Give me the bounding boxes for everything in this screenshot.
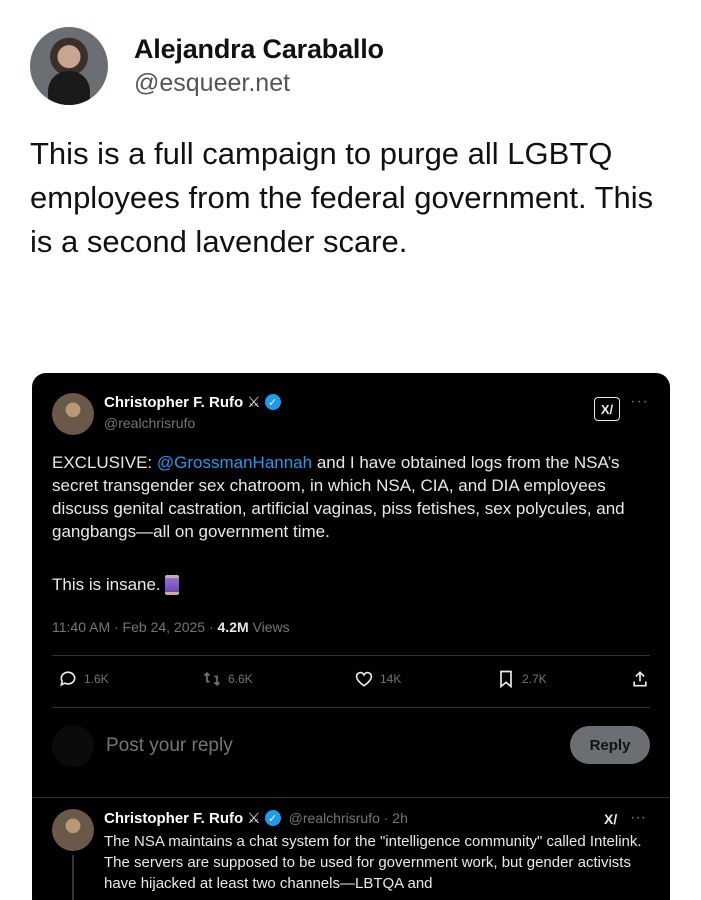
thread-author-row: Christopher F. Rufo ⚔ ✓ @realchrisrufo ·… — [104, 809, 408, 828]
divider — [32, 797, 670, 798]
tweet-body-2: This is insane. — [52, 575, 161, 594]
verified-badge-icon: ✓ — [264, 810, 281, 826]
like-count: 14K — [380, 672, 402, 686]
like-action: 14K — [354, 669, 401, 689]
grok-icon: X/ — [594, 397, 620, 421]
tweet-views-label: Views — [248, 619, 290, 635]
repost-action: 6.6K — [202, 669, 253, 689]
tweet-meta: 11:40 AM · Feb 24, 2025 · 4.2M Views — [52, 619, 290, 635]
post-header: Alejandra Caraballo @esqueer.net — [30, 26, 384, 106]
thread-connector-line — [72, 855, 74, 900]
repost-icon — [203, 671, 221, 687]
author-name[interactable]: Alejandra Caraballo — [134, 34, 384, 65]
divider — [52, 707, 650, 708]
thread-handle-time: @realchrisrufo · 2h — [288, 810, 408, 826]
tweet-action-bar: 1.6K 6.6K 14K 2.7K — [52, 669, 650, 699]
reply-action: 1.6K — [58, 669, 109, 689]
tweet-body-second-paragraph: This is insane. — [52, 575, 179, 595]
thread-spool-emoji-icon — [164, 575, 179, 595]
tweet-views-count: 4.2M — [217, 619, 249, 635]
more-options-icon: ··· — [630, 809, 646, 826]
tweet-author-name: Christopher F. Rufo — [104, 393, 244, 411]
thread-author-avatar — [52, 809, 94, 851]
author-avatar[interactable] — [30, 27, 108, 105]
author-handle[interactable]: @esqueer.net — [134, 69, 384, 98]
reply-button: Reply — [570, 726, 650, 764]
thread-author-name: Christopher F. Rufo — [104, 809, 244, 827]
grok-icon: X/ — [604, 811, 618, 827]
bookmark-action: 2.7K — [496, 669, 547, 689]
crossed-swords-icon: ⚔ — [247, 810, 261, 827]
embedded-tweet-screenshot[interactable]: Christopher F. Rufo ⚔ ✓ @realchrisrufo X… — [32, 373, 670, 900]
tweet-author-handle: @realchrisrufo — [104, 415, 196, 431]
tweet-body-prefix: EXCLUSIVE: — [52, 453, 157, 472]
thread-tweet-body: The NSA maintains a chat system for the … — [104, 833, 642, 892]
tweet-author-avatar — [52, 393, 94, 435]
tweet-author-row: Christopher F. Rufo ⚔ ✓ — [104, 393, 281, 411]
post-text: This is a full campaign to purge all LGB… — [30, 136, 654, 259]
share-action — [630, 669, 650, 689]
repost-count: 6.6K — [228, 672, 253, 686]
reply-user-avatar — [52, 725, 94, 767]
crossed-swords-icon: ⚔ — [247, 394, 261, 411]
reply-input: Post your reply — [106, 735, 233, 756]
bookmark-icon — [500, 670, 512, 689]
bookmark-count: 2.7K — [522, 672, 547, 686]
divider — [52, 655, 650, 656]
tweet-mention-link: @GrossmanHannah — [156, 453, 313, 472]
tweet-timestamp: 11:40 AM · Feb 24, 2025 · — [52, 619, 218, 635]
more-options-icon: ··· — [630, 393, 649, 410]
share-icon — [633, 671, 647, 687]
reply-icon — [60, 671, 76, 687]
tweet-body: EXCLUSIVE: @GrossmanHannah and I have ob… — [52, 451, 652, 543]
reply-count: 1.6K — [84, 672, 109, 686]
heart-icon — [355, 671, 373, 687]
author-block: Alejandra Caraballo @esqueer.net — [134, 34, 384, 98]
verified-badge-icon: ✓ — [264, 394, 281, 410]
